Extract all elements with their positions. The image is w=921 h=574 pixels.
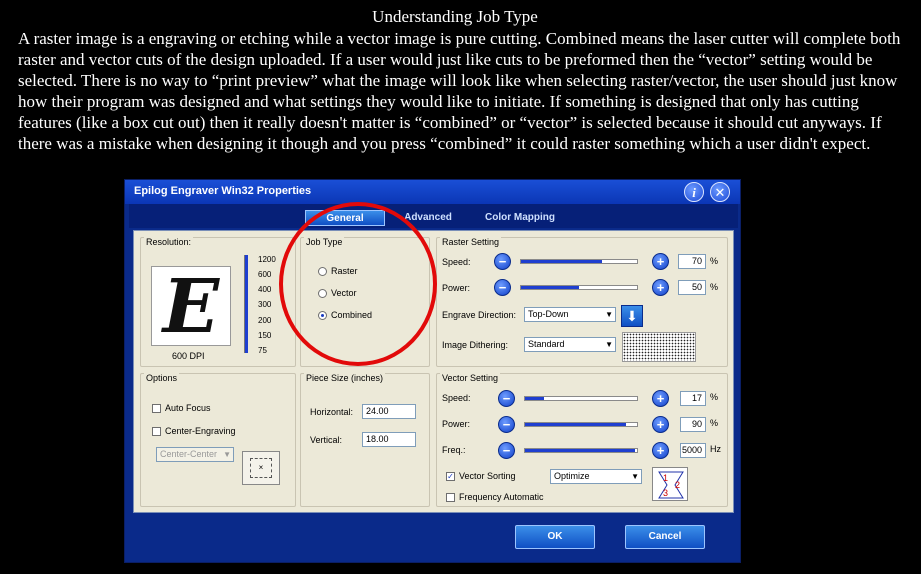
- vector-freq-slider[interactable]: [524, 448, 638, 453]
- vector-speed-slider[interactable]: [524, 396, 638, 401]
- image-dithering-value: Standard: [528, 339, 565, 349]
- vector-sorting-checkbox[interactable]: ✓: [446, 472, 455, 481]
- raster-power-minus-button[interactable]: −: [494, 279, 511, 296]
- frequency-automatic-checkbox[interactable]: [446, 493, 455, 502]
- raster-speed-minus-button[interactable]: −: [494, 253, 511, 270]
- options-group: [140, 373, 296, 507]
- dialog-title: Epilog Engraver Win32 Properties: [134, 185, 312, 197]
- engrave-direction-select[interactable]: Top-Down ▼: [524, 307, 616, 322]
- raster-speed-fill: [521, 260, 603, 263]
- dpi-tick: 1200: [258, 255, 276, 264]
- image-dithering-label: Image Dithering:: [442, 340, 509, 350]
- resolution-preview: E: [151, 266, 231, 347]
- vector-freq-unit: Hz: [710, 444, 721, 454]
- properties-dialog: Epilog Engraver Win32 Properties i ✕ Gen…: [124, 179, 741, 563]
- horizontal-input[interactable]: 24.00: [362, 404, 416, 419]
- close-icon[interactable]: ✕: [710, 182, 730, 202]
- sort-order-icon: 1 2 3: [658, 471, 684, 499]
- vector-freq-input[interactable]: 5000: [680, 443, 706, 458]
- vector-setting-label: Vector Setting: [440, 373, 501, 383]
- vector-speed-plus-button[interactable]: +: [652, 390, 669, 407]
- vector-speed-input[interactable]: 17: [680, 391, 706, 406]
- frequency-automatic-label[interactable]: Frequency Automatic: [459, 492, 544, 502]
- highlight-circle: [279, 202, 437, 366]
- svg-text:2: 2: [675, 480, 680, 490]
- raster-power-unit: %: [710, 282, 719, 292]
- raster-power-plus-button[interactable]: +: [652, 279, 669, 296]
- resolution-label: Resolution:: [144, 237, 194, 247]
- raster-speed-input[interactable]: 70: [678, 254, 706, 269]
- svg-text:3: 3: [663, 488, 668, 498]
- chevron-down-icon: ▼: [631, 472, 639, 481]
- vector-speed-label: Speed:: [442, 393, 471, 403]
- dpi-tick: 400: [258, 285, 272, 294]
- vector-sorting-label[interactable]: Vector Sorting: [459, 471, 516, 481]
- raster-speed-label: Speed:: [442, 257, 471, 267]
- options-label: Options: [144, 373, 180, 383]
- raster-speed-plus-button[interactable]: +: [652, 253, 669, 270]
- vector-sorting-select[interactable]: Optimize ▼: [550, 469, 642, 484]
- image-dithering-select[interactable]: Standard ▼: [524, 337, 616, 352]
- vertical-label: Vertical:: [310, 435, 343, 445]
- vector-sorting-icon: 1 2 3: [652, 467, 688, 501]
- raster-setting-label: Raster Setting: [440, 237, 502, 247]
- auto-focus-label[interactable]: Auto Focus: [165, 403, 211, 413]
- dithering-preview: [622, 332, 696, 362]
- vector-power-unit: %: [710, 418, 719, 428]
- raster-power-fill: [521, 286, 579, 289]
- engrave-direction-label: Engrave Direction:: [442, 310, 517, 320]
- vector-power-minus-button[interactable]: −: [498, 416, 515, 433]
- vector-power-fill: [525, 423, 626, 426]
- vector-power-plus-button[interactable]: +: [652, 416, 669, 433]
- chevron-down-icon: ▼: [223, 450, 231, 459]
- engrave-direction-value: Top-Down: [528, 309, 569, 319]
- piece-size-label: Piece Size (inches): [304, 373, 386, 383]
- vector-speed-unit: %: [710, 392, 719, 402]
- tab-color-mapping[interactable]: Color Mapping: [475, 210, 565, 226]
- chevron-down-icon: ▼: [605, 340, 613, 349]
- center-engraving-label[interactable]: Center-Engraving: [165, 426, 236, 436]
- vector-speed-fill: [525, 397, 545, 400]
- center-mode-select[interactable]: Center-Center ▼: [156, 447, 234, 462]
- vector-freq-label: Freq.:: [442, 445, 466, 455]
- resolution-slider[interactable]: [244, 255, 248, 353]
- dialog-titlebar[interactable]: Epilog Engraver Win32 Properties i ✕: [125, 180, 740, 204]
- horizontal-label: Horizontal:: [310, 407, 354, 417]
- vector-freq-minus-button[interactable]: −: [498, 442, 515, 459]
- raster-speed-slider[interactable]: [520, 259, 638, 264]
- vector-freq-plus-button[interactable]: +: [652, 442, 669, 459]
- dpi-tick: 200: [258, 316, 272, 325]
- vector-power-input[interactable]: 90: [680, 417, 706, 432]
- vector-power-label: Power:: [442, 419, 471, 429]
- dpi-tick: 75: [258, 346, 267, 355]
- arrow-down-icon[interactable]: ⬇: [621, 305, 643, 327]
- chevron-down-icon: ▼: [605, 310, 613, 319]
- resolution-current: 600 DPI: [172, 351, 205, 361]
- ok-button[interactable]: OK: [515, 525, 595, 549]
- dpi-tick: 300: [258, 300, 272, 309]
- vector-freq-fill: [525, 449, 635, 452]
- tab-strip: General Advanced Color Mapping: [129, 204, 738, 228]
- auto-focus-checkbox[interactable]: [152, 404, 161, 413]
- vector-sorting-value: Optimize: [554, 471, 590, 481]
- explanation-paragraph: A raster image is a engraving or etching…: [18, 29, 901, 153]
- dpi-tick: 600: [258, 270, 272, 279]
- center-position-icon: ×: [250, 458, 272, 478]
- raster-speed-unit: %: [710, 256, 719, 266]
- center-mode-value: Center-Center: [160, 449, 218, 459]
- raster-power-input[interactable]: 50: [678, 280, 706, 295]
- help-icon[interactable]: i: [684, 182, 704, 202]
- svg-text:1: 1: [663, 473, 668, 483]
- center-engraving-checkbox[interactable]: [152, 427, 161, 436]
- vector-speed-minus-button[interactable]: −: [498, 390, 515, 407]
- raster-power-slider[interactable]: [520, 285, 638, 290]
- page-heading: Understanding Job Type: [372, 7, 538, 26]
- vertical-input[interactable]: 18.00: [362, 432, 416, 447]
- dpi-tick: 150: [258, 331, 272, 340]
- center-position-widget[interactable]: ×: [242, 451, 280, 485]
- raster-power-label: Power:: [442, 283, 471, 293]
- cancel-button[interactable]: Cancel: [625, 525, 705, 549]
- vector-power-slider[interactable]: [524, 422, 638, 427]
